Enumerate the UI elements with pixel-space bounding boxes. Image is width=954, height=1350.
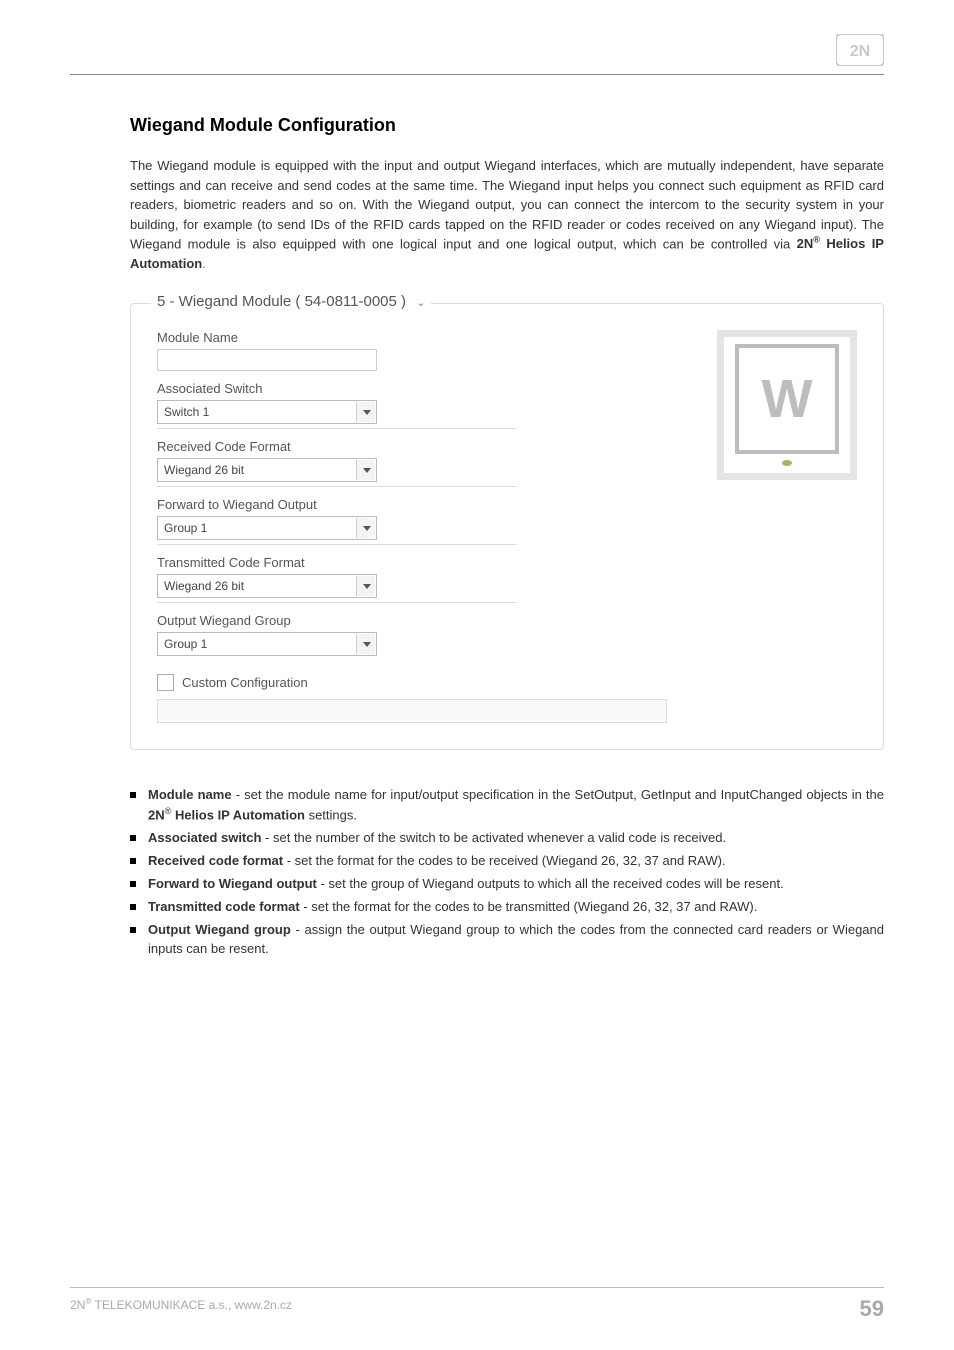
bullet-term: Associated switch <box>148 830 261 845</box>
received-code-format-label: Received Code Format <box>157 439 677 454</box>
forward-output-label: Forward to Wiegand Output <box>157 497 677 512</box>
output-wiegand-group-value: Group 1 <box>164 637 207 651</box>
custom-config-input[interactable] <box>157 699 667 723</box>
divider <box>157 428 517 429</box>
bullet-text: - set the format for the codes to be tra… <box>300 899 758 914</box>
output-wiegand-group-label: Output Wiegand Group <box>157 613 677 628</box>
svg-text:2N: 2N <box>850 43 870 60</box>
bullet-text: - set the group of Wiegand outputs to wh… <box>317 876 780 891</box>
footer-brand: 2N <box>70 1298 85 1312</box>
module-letter: W <box>762 372 813 426</box>
footer-text: TELEKOMUNIKACE a.s., www.2n.cz <box>92 1298 293 1312</box>
reg-mark: ® <box>813 235 820 245</box>
transmitted-code-format-select[interactable]: Wiegand 26 bit <box>157 574 377 598</box>
bullet-brand: 2N <box>148 808 165 823</box>
intro-text: The Wiegand module is equipped with the … <box>130 158 884 251</box>
bullet-item: Forward to Wiegand output - set the grou… <box>130 875 884 894</box>
associated-switch-select[interactable]: Switch 1 <box>157 400 377 424</box>
received-code-format-value: Wiegand 26 bit <box>164 463 244 477</box>
config-panel: 5 - Wiegand Module ( 54-0811-0005 ) ⌄ Mo… <box>130 303 884 750</box>
bullet-list: Module name - set the module name for in… <box>130 786 884 958</box>
panel-title-text: 5 - Wiegand Module ( 54-0811-0005 ) <box>157 293 406 310</box>
received-code-format-select[interactable]: Wiegand 26 bit <box>157 458 377 482</box>
footer-left: 2N® TELEKOMUNIKACE a.s., www.2n.cz <box>70 1296 292 1322</box>
module-image: W <box>717 330 857 480</box>
bullet-text: - set the format for the codes to be rec… <box>283 853 725 868</box>
bullet-text-after: settings. <box>305 808 357 823</box>
custom-config-label: Custom Configuration <box>182 675 308 690</box>
transmitted-code-format-value: Wiegand 26 bit <box>164 579 244 593</box>
custom-config-checkbox[interactable] <box>157 674 174 691</box>
bullet-term: Forward to Wiegand output <box>148 876 317 891</box>
module-name-label: Module Name <box>157 330 677 345</box>
caret-down-icon <box>363 410 371 415</box>
status-led-icon <box>782 460 792 466</box>
bullet-text-after: . <box>780 876 784 891</box>
bullet-term: Transmitted code format <box>148 899 300 914</box>
divider <box>157 602 517 603</box>
caret-down-icon <box>363 584 371 589</box>
divider <box>157 486 517 487</box>
bullet-item: Module name - set the module name for in… <box>130 786 884 825</box>
caret-down-icon <box>363 526 371 531</box>
bullet-item: Associated switch - set the number of th… <box>130 829 884 848</box>
page-footer: 2N® TELEKOMUNIKACE a.s., www.2n.cz 59 <box>70 1287 884 1322</box>
chevron-down-icon: ⌄ <box>416 296 425 309</box>
panel-title[interactable]: 5 - Wiegand Module ( 54-0811-0005 ) ⌄ <box>151 293 431 310</box>
section-heading: Wiegand Module Configuration <box>130 115 884 136</box>
module-name-input[interactable] <box>157 349 377 371</box>
intro-end: . <box>202 256 206 271</box>
divider <box>157 544 517 545</box>
page-number: 59 <box>860 1296 884 1322</box>
header-rule: 2N <box>70 40 884 75</box>
brand-logo: 2N <box>836 34 884 69</box>
bullet-term: Received code format <box>148 853 283 868</box>
transmitted-code-format-label: Transmitted Code Format <box>157 555 677 570</box>
bullet-text: - set the module name for input/output s… <box>232 787 884 802</box>
bullet-item: Output Wiegand group - assign the output… <box>130 921 884 959</box>
bullet-text-after: . <box>722 830 726 845</box>
caret-down-icon <box>363 642 371 647</box>
output-wiegand-group-select[interactable]: Group 1 <box>157 632 377 656</box>
bullet-brand-suffix: Helios IP Automation <box>171 808 305 823</box>
bullet-term: Output Wiegand group <box>148 922 291 937</box>
associated-switch-label: Associated Switch <box>157 381 677 396</box>
caret-down-icon <box>363 468 371 473</box>
intro-paragraph: The Wiegand module is equipped with the … <box>130 156 884 273</box>
associated-switch-value: Switch 1 <box>164 405 209 419</box>
forward-output-select[interactable]: Group 1 <box>157 516 377 540</box>
bullet-term: Module name <box>148 787 232 802</box>
bullet-text: - set the number of the switch to be act… <box>261 830 722 845</box>
intro-brand: 2N <box>797 236 814 251</box>
bullet-item: Transmitted code format - set the format… <box>130 898 884 917</box>
bullet-item: Received code format - set the format fo… <box>130 852 884 871</box>
forward-output-value: Group 1 <box>164 521 207 535</box>
